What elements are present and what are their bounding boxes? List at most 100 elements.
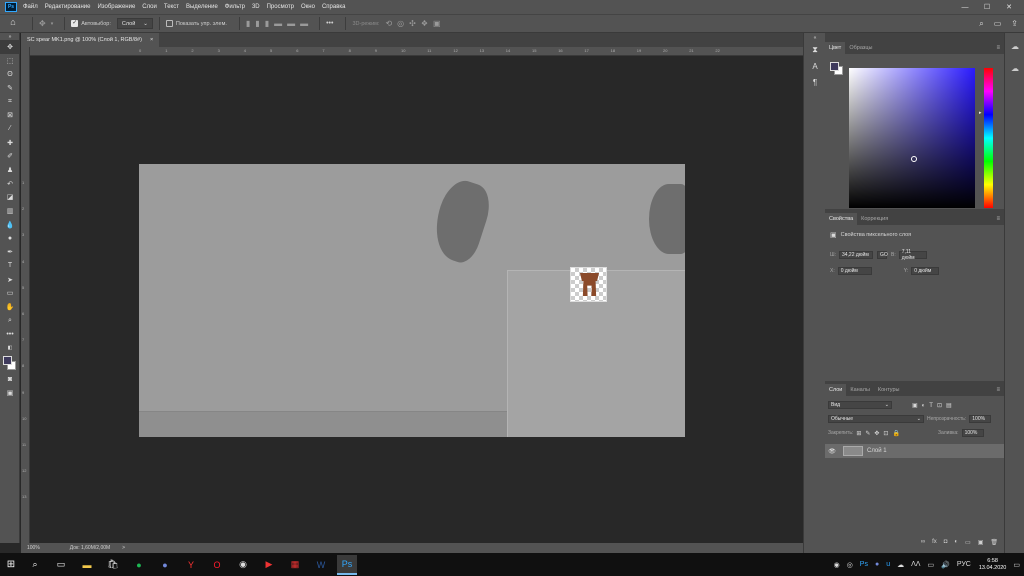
cloud-tray-icon[interactable]: ☁ (897, 561, 904, 569)
task-view-icon[interactable]: ▭ (51, 555, 71, 575)
close-button[interactable]: ✕ (998, 3, 1020, 11)
word-icon[interactable]: W (311, 555, 331, 575)
menu-image[interactable]: Изображение (97, 4, 135, 10)
volume-icon[interactable]: 🔊 (941, 561, 950, 569)
yandex-browser-icon[interactable]: Y (181, 555, 201, 575)
lock-icons[interactable]: ⊞✎✥⊡🔒 (856, 430, 904, 437)
hand-tool-icon[interactable]: ✋ (0, 300, 20, 314)
foreground-color-swatch[interactable] (830, 62, 839, 71)
fill-field[interactable]: 100% (961, 429, 984, 437)
tab-adjustments[interactable]: Коррекция (857, 213, 892, 225)
menu-filter[interactable]: Фильтр (225, 4, 245, 10)
brush-tool-icon[interactable]: ✐ (0, 150, 20, 164)
show-controls-checkbox[interactable] (165, 20, 173, 27)
opera-icon[interactable]: O (207, 555, 227, 575)
layer-row[interactable]: 👁 Слой 1 (825, 444, 1004, 458)
zoom-level[interactable]: 100% (27, 545, 40, 551)
discord-icon[interactable]: ● (155, 555, 175, 575)
frame-tool-icon[interactable]: ⊠ (0, 108, 20, 122)
maximize-button[interactable]: ☐ (976, 3, 998, 11)
y-field[interactable]: 0 дюйм (911, 267, 940, 275)
eraser-tool-icon[interactable]: ◪ (0, 191, 20, 205)
align-left-icon[interactable]: ▮ (246, 19, 250, 28)
network-icon[interactable]: ▭ (927, 561, 934, 569)
share-icon[interactable]: ⇪ (1011, 19, 1018, 28)
chevron-up-icon[interactable]: ΛΛ (911, 561, 920, 568)
layer-style-icon[interactable]: fx (932, 539, 937, 549)
cloud-icon[interactable]: ☁ (1005, 37, 1024, 55)
clock[interactable]: 6:58 13.04.2020 (979, 558, 1007, 572)
workspace-icon[interactable]: ▭ (994, 19, 1002, 28)
panel-menu-icon[interactable]: ≡ (996, 216, 1000, 222)
opacity-field[interactable]: 100% (969, 415, 992, 423)
width-field[interactable]: 34,22 дюйм (838, 251, 873, 259)
blur-tool-icon[interactable]: 💧 (0, 218, 20, 232)
tab-swatches[interactable]: Образцы (845, 42, 876, 54)
steam-icon[interactable]: ◉ (233, 555, 253, 575)
panel-menu-icon[interactable]: ≡ (996, 387, 1000, 393)
steam-tray-icon[interactable]: ◉ (834, 561, 840, 569)
layer-name[interactable]: Слой 1 (867, 448, 887, 454)
zoom-tool-icon[interactable]: ⌕ (0, 314, 20, 328)
align-middle-icon[interactable]: ▬ (287, 19, 295, 28)
quick-mask-icon[interactable]: ◙ (0, 373, 20, 387)
hue-marker-icon[interactable]: ▸ (979, 110, 982, 116)
menu-help[interactable]: Справка (322, 4, 346, 10)
screen-mode-icon[interactable]: ▣ (0, 387, 20, 401)
new-group-icon[interactable]: ▭ (965, 539, 971, 549)
media-player-icon[interactable]: ▶ (259, 555, 279, 575)
explorer-icon[interactable]: ▬ (77, 555, 97, 575)
photoshop-taskbar-icon[interactable]: Ps (337, 554, 357, 575)
dodge-tool-icon[interactable]: ● (0, 232, 20, 246)
tab-properties[interactable]: Свойства (825, 213, 858, 225)
pen-tool-icon[interactable]: ✒ (0, 245, 20, 259)
chevron-down-icon[interactable]: ▾ (51, 21, 54, 27)
path-select-tool-icon[interactable]: ➤ (0, 273, 20, 287)
more-tools-icon[interactable]: ••• (0, 327, 20, 341)
menu-select[interactable]: Выделение (186, 4, 218, 10)
search-icon[interactable]: ⌕ (979, 19, 983, 29)
color-picker-cursor[interactable] (911, 156, 917, 162)
align-right-icon[interactable]: ▮ (265, 19, 269, 28)
healing-brush-tool-icon[interactable]: ✚ (0, 136, 20, 150)
tab-channels[interactable]: Каналы (846, 384, 874, 396)
document-info[interactable]: Док: 1,60M/2,00M (70, 545, 110, 551)
character-icon[interactable]: A (804, 58, 826, 74)
color-field[interactable] (849, 68, 975, 208)
language-indicator[interactable]: РУС (957, 561, 971, 568)
layer-filter-icons[interactable]: ▣◐T⊡▤ (912, 402, 956, 409)
hue-slider[interactable] (984, 68, 993, 208)
minimize-button[interactable]: — (954, 4, 976, 11)
blend-mode-dropdown[interactable]: Обычные ⌄ (828, 415, 924, 423)
obs-tray-icon[interactable]: ◎ (847, 561, 853, 569)
menu-layer[interactable]: Слои (142, 4, 157, 10)
type-tool-icon[interactable]: T (0, 259, 20, 273)
layer-preview-transparent[interactable] (570, 267, 607, 302)
align-center-icon[interactable]: ▮ (255, 19, 259, 28)
libraries-icon[interactable]: ☁ (1005, 59, 1024, 77)
rectangle-tool-icon[interactable]: ▭ (0, 286, 20, 300)
status-arrow-icon[interactable]: > (122, 545, 125, 551)
autoselect-checkbox[interactable]: ✓ (71, 20, 79, 27)
document-canvas[interactable] (139, 164, 685, 437)
default-colors-icon[interactable]: ◧ (0, 341, 20, 355)
history-icon[interactable]: ⧗ (804, 42, 826, 58)
uplay-tray-icon[interactable]: u (886, 561, 890, 568)
ruler-horizontal[interactable]: 0 1 2 3 4 5 6 7 8 9 10 11 12 13 14 15 16 17 18 19 20 21 22 (30, 47, 803, 56)
tab-color[interactable]: Цвет (825, 42, 846, 54)
document-tab[interactable]: SC spear MK1.png @ 100% (Слой 1, RGB/8#)… (21, 33, 160, 47)
windows-start-icon[interactable]: ⊞ (0, 559, 22, 570)
x-field[interactable]: 0 дюйм (837, 267, 872, 275)
tab-layers[interactable]: Слои (825, 384, 847, 396)
gradient-tool-icon[interactable]: ▥ (0, 204, 20, 218)
tab-paths[interactable]: Контуры (874, 384, 904, 396)
menu-type[interactable]: Текст (164, 4, 179, 10)
crop-tool-icon[interactable]: ⌗ (0, 95, 20, 109)
3d-slide-icon[interactable]: ❖ (421, 19, 428, 28)
clone-stamp-tool-icon[interactable]: ♟ (0, 163, 20, 177)
add-mask-icon[interactable]: ◘ (944, 539, 948, 549)
menu-file[interactable]: Файл (23, 4, 38, 10)
collapse-dock-icon[interactable]: « (804, 33, 826, 42)
quick-select-tool-icon[interactable]: ✎ (0, 81, 20, 95)
3d-roll-icon[interactable]: ◎ (397, 19, 404, 28)
